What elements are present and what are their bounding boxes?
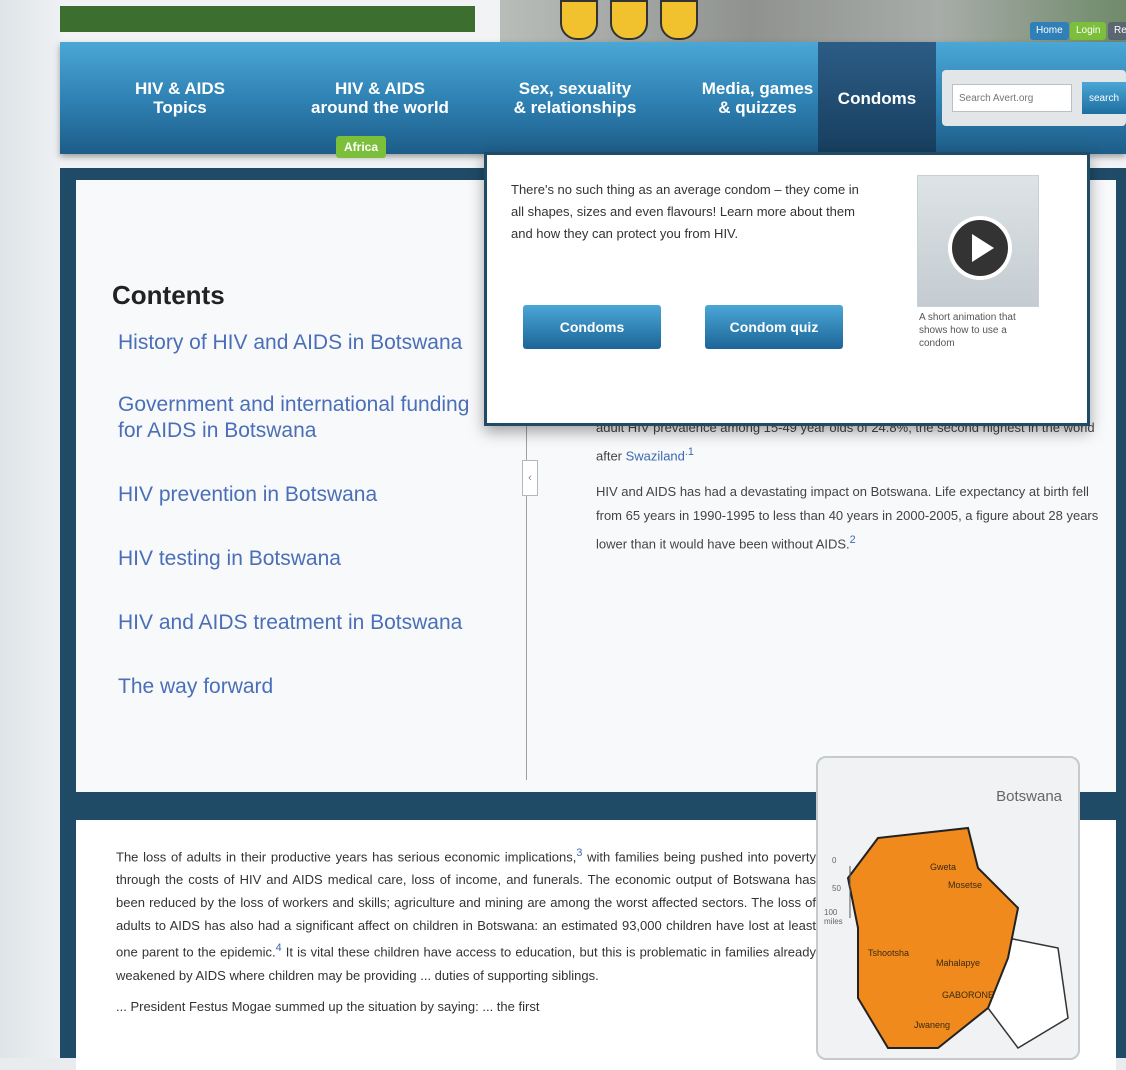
map-label-mahalapye: Mahalapye — [936, 958, 981, 968]
lower-content-panel: The loss of adults in their productive y… — [76, 756, 1116, 1070]
dropdown-description: There's no such thing as an average cond… — [511, 182, 859, 241]
paragraph-text: The loss of adults in their productive y… — [116, 849, 577, 865]
main-navigation: HIV & AIDS Topics HIV & AIDS around the … — [60, 42, 1126, 154]
condom-quiz-button[interactable]: Condom quiz — [705, 305, 843, 349]
nav-item-label: & relationships — [513, 98, 637, 117]
footnote-link[interactable]: .1 — [685, 446, 694, 458]
nav-item-label: Topics — [153, 98, 207, 117]
collapse-contents-button[interactable]: ‹ — [522, 460, 538, 496]
utility-link-login[interactable]: Login — [1070, 22, 1107, 40]
nav-item-label: HIV & AIDS — [334, 79, 426, 98]
toc-link-testing[interactable]: HIV testing in Botswana — [118, 546, 518, 572]
contents-heading: Contents — [112, 280, 225, 310]
africa-badge[interactable]: Africa — [336, 136, 386, 158]
condoms-dropdown-menu: There's no such thing as an average cond… — [484, 152, 1090, 426]
map-label-mosetse: Mosetse — [948, 880, 983, 890]
art-face-icon — [610, 0, 648, 40]
play-icon[interactable] — [948, 216, 1012, 280]
search-button[interactable]: search — [1082, 82, 1126, 114]
footnote-link[interactable]: 2 — [850, 534, 856, 546]
art-face-icon — [660, 0, 698, 40]
video-caption: A short animation that shows how to use … — [919, 312, 1016, 349]
scale-label: 50 — [832, 884, 841, 893]
map-label-gaborone: GABORONE — [942, 990, 995, 1000]
video-thumbnail[interactable] — [917, 175, 1039, 307]
play-triangle-icon — [972, 234, 994, 262]
nav-item-label: around the world — [311, 98, 449, 117]
swaziland-link[interactable]: Swaziland — [626, 448, 685, 463]
toc-link-treatment[interactable]: HIV and AIDS treatment in Botswana — [118, 610, 518, 636]
lower-content-frame: The loss of adults in their productive y… — [60, 756, 1126, 1070]
scale-label: 100 miles — [824, 908, 843, 926]
left-margin-shade — [0, 0, 60, 1058]
economic-impact-paragraph: The loss of adults in their productive y… — [116, 842, 816, 1018]
scale-label: 0 — [832, 856, 837, 865]
nav-item-hiv-aids-topics[interactable]: HIV & AIDS Topics — [90, 42, 270, 154]
nav-item-label: Condoms — [837, 88, 917, 108]
nav-item-label: Sex, sexuality — [518, 79, 632, 98]
page: Home Login Register HIV & AIDS Topics HI… — [60, 0, 1126, 1070]
paragraph-text: ... President Festus Mogae summed up the… — [116, 998, 540, 1014]
site-logo-bar[interactable] — [60, 6, 475, 32]
art-face-icon — [560, 0, 598, 40]
nav-item-label: & quizzes — [718, 98, 797, 117]
map-label-jwaneng: Jwaneng — [914, 1020, 951, 1030]
toc-link-history[interactable]: History of HIV and AIDS in Botswana — [118, 330, 518, 356]
search-box: search — [942, 70, 1126, 126]
map-label-gweta: Gweta — [930, 862, 957, 872]
search-input[interactable] — [952, 84, 1072, 112]
toc-link-prevention[interactable]: HIV prevention in Botswana — [118, 482, 518, 508]
nav-item-label: HIV & AIDS — [134, 79, 226, 98]
toc-link-funding[interactable]: Government and international funding for… — [118, 392, 478, 444]
botswana-map-card[interactable]: Botswana Gweta Mosetse Tshootsha Mahalap… — [816, 756, 1080, 1060]
botswana-map — [846, 826, 1069, 1049]
map-label-tshootsha: Tshootsha — [868, 948, 910, 958]
paragraph-text: HIV and AIDS has had a devastating impac… — [596, 484, 1099, 552]
utility-link-home[interactable]: Home — [1030, 22, 1069, 40]
toc-link-way-forward[interactable]: The way forward — [118, 674, 518, 700]
paragraph-text: with families being pushed into poverty … — [116, 849, 816, 960]
condoms-button[interactable]: Condoms — [523, 305, 661, 349]
article-paragraph: HIV and AIDS has had a devastating impac… — [596, 480, 1106, 556]
utility-link-register[interactable]: Register — [1108, 22, 1126, 40]
nav-item-sex-sexuality[interactable]: Sex, sexuality & relationships — [485, 42, 665, 154]
nav-item-label: Media, games — [701, 79, 814, 98]
nav-item-condoms[interactable]: Condoms — [818, 42, 936, 154]
